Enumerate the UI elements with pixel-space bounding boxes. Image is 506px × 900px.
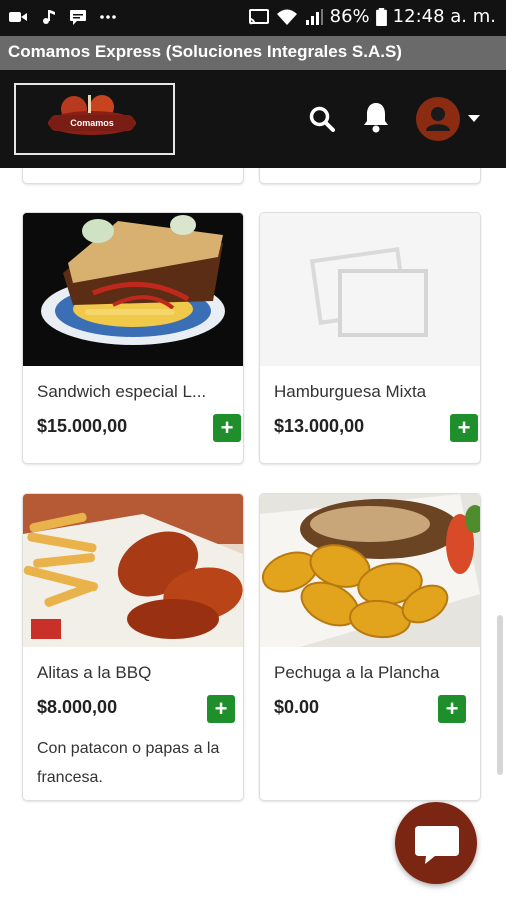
app-title-bar: Comamos Express (Soluciones Integrales S… <box>0 36 506 70</box>
add-to-cart-button[interactable]: + <box>438 695 466 723</box>
add-to-cart-button[interactable]: + <box>207 695 235 723</box>
search-icon[interactable] <box>309 106 335 132</box>
product-image <box>260 213 480 366</box>
sandwich-photo <box>23 213 243 366</box>
product-image <box>23 213 243 366</box>
product-price: $15.000,00 <box>37 416 128 436</box>
product-name: Sandwich especial L... <box>37 382 207 401</box>
product-image <box>23 494 243 647</box>
notification-icons <box>8 8 118 26</box>
user-icon <box>426 107 450 131</box>
cast-icon <box>248 8 269 24</box>
status-bar: 86% 12:48 a. m. <box>0 0 506 36</box>
image-placeholder-icon <box>260 213 480 366</box>
signal-icon <box>305 8 323 25</box>
product-price: $8.000,00 <box>37 697 118 717</box>
product-card[interactable]: Hamburguesa Mixta $13.000,00 + <box>259 212 481 464</box>
logo-text: Comamos <box>50 115 134 131</box>
product-name: Alitas a la BBQ <box>37 663 152 682</box>
clock: 12:48 a. m. <box>392 6 496 27</box>
scrollbar[interactable] <box>497 615 503 775</box>
caret-down-icon[interactable] <box>468 115 480 122</box>
product-description: Con patacon o papas a la francesa. <box>37 740 220 786</box>
product-image <box>260 494 480 647</box>
bell-icon[interactable] <box>362 101 390 133</box>
wings-photo <box>23 494 243 647</box>
product-card[interactable]: Pechuga a la Plancha $0.00 + <box>259 493 481 801</box>
add-to-cart-button[interactable]: + <box>213 414 241 442</box>
system-icons: 86% 12:48 a. m. <box>248 6 496 27</box>
product-grid: Sandwich especial L... $15.000,00 + Hamb… <box>0 168 506 900</box>
logo[interactable]: Comamos <box>14 83 175 155</box>
wifi-icon <box>276 9 297 25</box>
product-name: Hamburguesa Mixta <box>274 382 427 401</box>
battery-percent: 86% <box>329 6 370 27</box>
product-card-partial[interactable] <box>22 168 244 184</box>
chat-icon <box>415 826 459 864</box>
product-price: $13.000,00 <box>274 416 365 436</box>
product-card-partial[interactable] <box>259 168 481 184</box>
user-avatar[interactable] <box>416 97 460 141</box>
product-card[interactable]: Sandwich especial L... $15.000,00 + <box>22 212 244 464</box>
product-price: $0.00 <box>274 697 320 717</box>
product-card[interactable]: Alitas a la BBQ $8.000,00 + Con patacon … <box>22 493 244 801</box>
message-icon <box>70 10 86 25</box>
app-header: Comamos <box>0 70 506 168</box>
add-to-cart-button[interactable]: + <box>450 414 478 442</box>
chicken-plantain-photo <box>260 494 480 647</box>
app-title: Comamos Express (Soluciones Integrales S… <box>8 42 402 61</box>
music-icon <box>43 10 55 24</box>
product-name: Pechuga a la Plancha <box>274 663 440 682</box>
more-icon <box>100 15 116 19</box>
battery-icon <box>375 7 387 26</box>
video-icon <box>9 12 27 22</box>
chat-button[interactable] <box>395 802 477 884</box>
